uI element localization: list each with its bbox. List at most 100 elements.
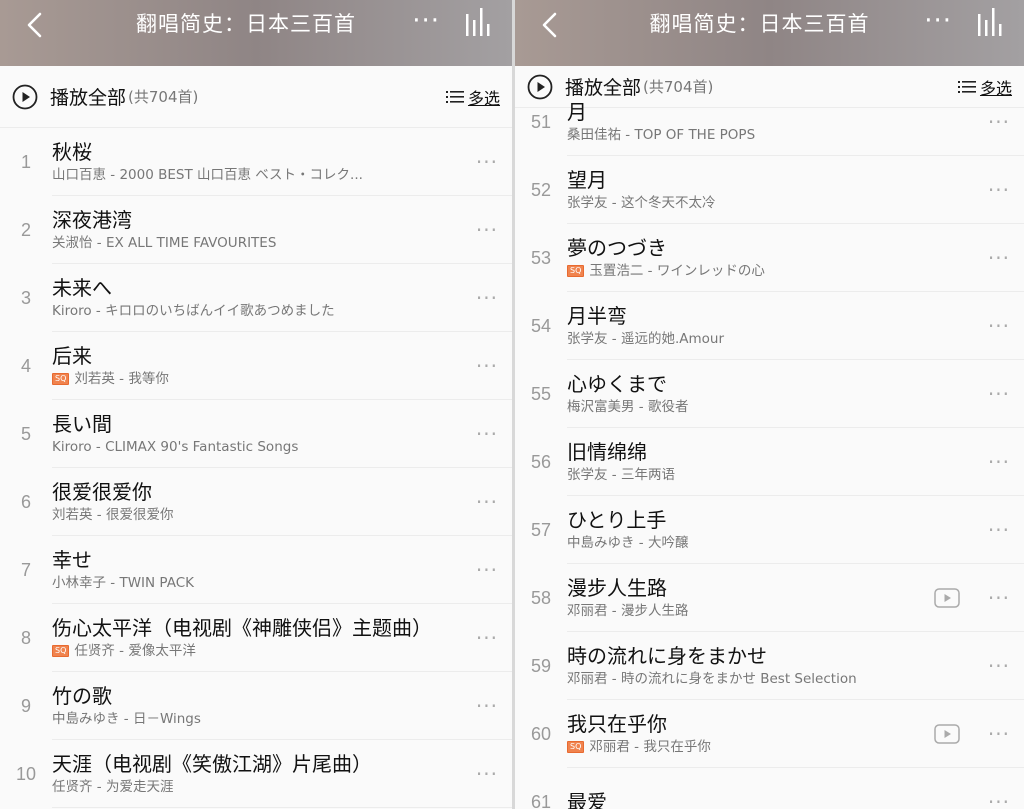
more-options-icon[interactable]: ··· [476,286,498,310]
track-number: 5 [20,423,31,444]
song-row[interactable]: 5 長い間 Kiroro - CLIMAX 90's Fantastic Songs… [0,400,512,468]
now-playing-icon[interactable] [976,6,1004,36]
song-info: 竹の歌 中島みゆき - 日－Wings ··· [52,672,512,740]
now-playing-icon[interactable] [464,6,492,36]
more-options-icon[interactable]: ··· [988,450,1010,474]
song-subtitle: 张学友 - 这个冬天不太冷 [567,193,964,213]
track-number: 55 [530,383,552,404]
song-subtitle: 梅沢富美男 - 歌役者 [567,397,964,417]
artist-album: Kiroro - CLIMAX 90's Fantastic Songs [52,438,299,455]
track-number: 54 [530,315,552,336]
artist-album: 邓丽君 - 漫步人生路 [567,602,689,619]
song-row[interactable]: 2 深夜港湾 关淑怡 - EX ALL TIME FAVOURITES ··· [0,196,512,264]
more-options-icon[interactable]: ··· [476,558,498,582]
more-options-icon[interactable]: ··· [476,218,498,242]
more-options-icon[interactable]: ··· [476,694,498,718]
artist-album: 玉置浩二 - ワインレッドの心 [589,262,765,279]
song-info: 伤心太平洋（电视剧《神雕侠侣》主题曲） SQ 任贤齐 - 爱像太平洋 ··· [52,604,512,672]
song-info: 望月 张学友 - 这个冬天不太冷 ··· [567,156,1024,224]
more-options-icon[interactable]: ··· [476,762,498,786]
song-row[interactable]: 1 秋桜 山口百恵 - 2000 BEST 山口百恵 ベスト・コレク... ··· [0,128,512,196]
song-row[interactable]: 58 漫步人生路 邓丽君 - 漫步人生路 ··· [515,564,1024,632]
more-options-icon[interactable]: ··· [988,178,1010,202]
track-number: 10 [15,763,37,784]
more-options-icon[interactable]: ··· [988,382,1010,406]
song-subtitle: 山口百恵 - 2000 BEST 山口百恵 ベスト・コレク... [52,165,452,185]
artist-album: 邓丽君 - 我只在乎你 [589,738,711,755]
more-options-icon[interactable]: ··· [476,354,498,378]
mv-play-icon[interactable] [934,723,960,744]
song-row[interactable]: 7 幸せ 小林幸子 - TWIN PACK ··· [0,536,512,604]
song-info: 天涯（电视剧《笑傲江湖》片尾曲） 任贤齐 - 为爱走天涯 ··· [52,740,512,808]
more-options-icon[interactable]: ··· [988,790,1010,809]
song-row[interactable]: 56 旧情绵绵 张学友 - 三年两语 ··· [515,428,1024,496]
song-row[interactable]: 6 很爱很爱你 刘若英 - 很爱很爱你 ··· [0,468,512,536]
song-subtitle: SQ 邓丽君 - 我只在乎你 [567,737,964,757]
song-row[interactable]: 54 月半弯 张学友 - 遥远的她.Amour ··· [515,292,1024,360]
more-icon[interactable]: ··· [412,6,440,36]
track-number: 4 [20,355,31,376]
more-icon[interactable]: ··· [924,6,952,36]
song-title: 夢のつづき [567,235,667,260]
top-bar: 翻唱简史：日本三百首 ··· [0,0,512,66]
song-info: 很爱很爱你 刘若英 - 很爱很爱你 ··· [52,468,512,536]
more-options-icon[interactable]: ··· [476,422,498,446]
list-icon [445,90,464,103]
song-row[interactable]: 57 ひとり上手 中島みゆき - 大吟醸 ··· [515,496,1024,564]
song-info: 幸せ 小林幸子 - TWIN PACK ··· [52,536,512,604]
more-options-icon[interactable]: ··· [988,654,1010,678]
more-options-icon[interactable]: ··· [476,150,498,174]
song-row[interactable]: 8 伤心太平洋（电视剧《神雕侠侣》主题曲） SQ 任贤齐 - 爱像太平洋 ··· [0,604,512,672]
play-all-label: 播放全部 [50,87,127,109]
song-row[interactable]: 59 時の流れに身をまかせ 邓丽君 - 時の流れに身をまかせ Best Select… [515,632,1024,700]
multi-select-button[interactable]: 多选 [445,85,500,109]
play-all-bar[interactable]: 播放全部 (共704首) 多选 [0,66,512,128]
more-options-icon[interactable]: ··· [988,246,1010,270]
top-bar: 翻唱简史：日本三百首 ··· [515,0,1024,66]
track-number: 56 [530,451,552,472]
song-row[interactable]: 55 心ゆくまで 梅沢富美男 - 歌役者 ··· [515,360,1024,428]
song-subtitle: 桑田佳祐 - TOP OF THE POPS [567,125,964,145]
song-info: 漫步人生路 邓丽君 - 漫步人生路 ··· [567,564,1024,632]
song-info: ひとり上手 中島みゆき - 大吟醸 ··· [567,496,1024,564]
song-info: 長い間 Kiroro - CLIMAX 90's Fantastic Songs ·… [52,400,512,468]
mv-play-icon[interactable] [934,587,960,608]
song-row[interactable]: 4 后来 SQ 刘若英 - 我等你 ··· [0,332,512,400]
song-title: ひとり上手 [567,507,667,532]
song-title: 月 [567,99,587,124]
song-row[interactable]: 3 未来へ Kiroro - キロロのいちばんイイ歌あつめました ··· [0,264,512,332]
track-number: 57 [530,519,552,540]
song-row[interactable]: 51 月桑田佳祐 - TOP OF THE POPS ··· [515,88,1024,156]
song-subtitle: 邓丽君 - 漫步人生路 [567,601,964,621]
song-title: 未来へ [52,275,112,300]
song-subtitle: 张学友 - 遥远的她.Amour [567,329,964,349]
track-number: 2 [20,219,31,240]
song-row[interactable]: 60 我只在乎你 SQ 邓丽君 - 我只在乎你 ··· [515,700,1024,768]
song-row[interactable]: 10 天涯（电视剧《笑傲江湖》片尾曲） 任贤齐 - 为爱走天涯 ··· [0,740,512,808]
song-subtitle: 中島みゆき - 日－Wings [52,709,452,729]
song-row[interactable]: 9 竹の歌 中島みゆき - 日－Wings ··· [0,672,512,740]
sq-badge: SQ [52,644,70,657]
more-options-icon[interactable]: ··· [988,586,1010,610]
song-subtitle: 张学友 - 三年两语 [567,465,964,485]
song-row[interactable]: 52 望月 张学友 - 这个冬天不太冷 ··· [515,156,1024,224]
more-options-icon[interactable]: ··· [476,490,498,514]
song-info: 后来 SQ 刘若英 - 我等你 ··· [52,332,512,400]
more-options-icon[interactable]: ··· [988,110,1010,134]
track-number: 1 [20,151,31,172]
more-options-icon[interactable]: ··· [988,314,1010,338]
song-info: 夢のつづき SQ 玉置浩二 - ワインレッドの心 ··· [567,224,1024,292]
more-options-icon[interactable]: ··· [988,518,1010,542]
song-title: 深夜港湾 [52,207,132,232]
more-options-icon[interactable]: ··· [476,626,498,650]
artist-album: 张学友 - 遥远的她.Amour [567,330,724,347]
song-title: 我只在乎你 [567,711,667,736]
song-row[interactable]: 53 夢のつづき SQ 玉置浩二 - ワインレッドの心 ··· [515,224,1024,292]
song-title: 很爱很爱你 [52,479,152,504]
sq-badge: SQ [52,372,70,385]
play-circle-icon[interactable] [12,84,38,110]
track-number: 6 [20,491,31,512]
song-row[interactable]: 61 最爱 ··· [515,768,1024,809]
more-options-icon[interactable]: ··· [988,722,1010,746]
track-number: 3 [20,287,31,308]
